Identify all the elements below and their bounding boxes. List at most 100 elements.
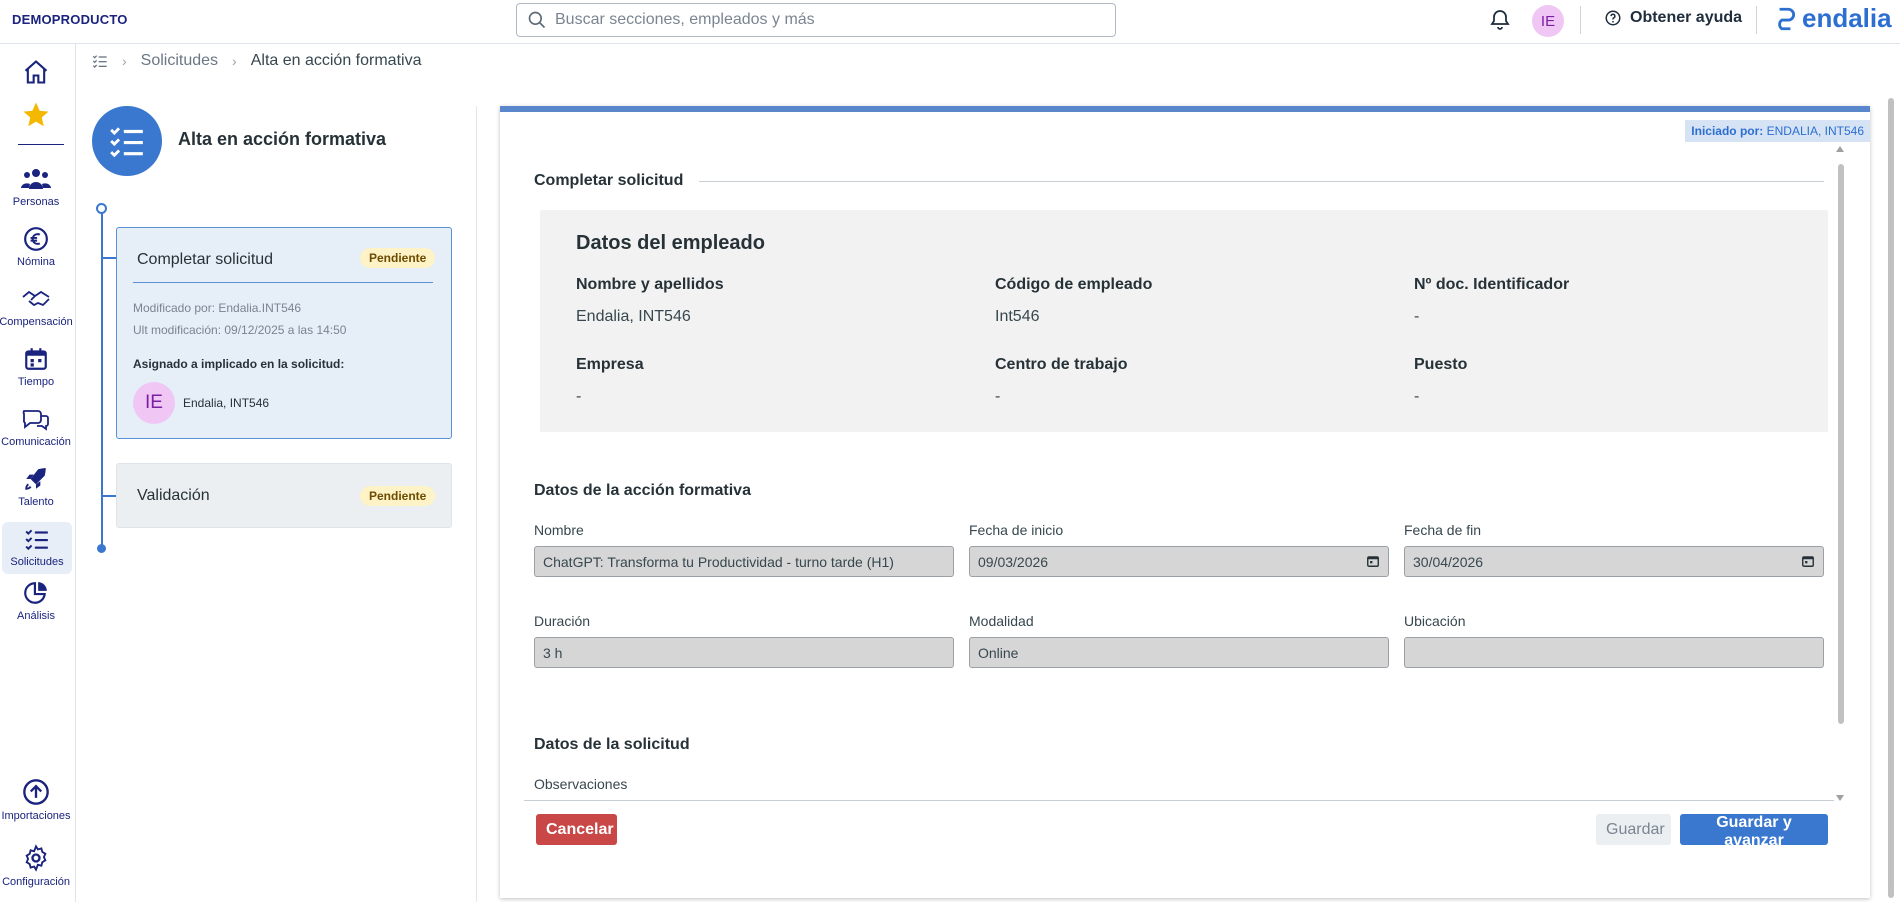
step-card-validacion[interactable]: Validación Pendiente bbox=[116, 463, 452, 528]
timeline-line bbox=[101, 208, 103, 548]
step-title: Validación bbox=[137, 487, 210, 504]
checklist-icon[interactable] bbox=[92, 53, 108, 69]
logo-icon bbox=[1778, 7, 1795, 30]
observations-label: Observaciones bbox=[534, 776, 628, 792]
sidebar-divider bbox=[18, 144, 64, 145]
sidebar-label: Configuración bbox=[2, 876, 70, 888]
field-label: Centro de trabajo bbox=[995, 356, 1128, 373]
field-label: Duración bbox=[534, 613, 591, 629]
upload-icon bbox=[23, 779, 49, 805]
chevron-right-icon: › bbox=[232, 53, 237, 69]
field-label: Código de empleado bbox=[995, 276, 1153, 293]
sidebar-item-home[interactable] bbox=[0, 58, 72, 86]
training-name-input[interactable]: ChatGPT: Transforma tu Productividad - t… bbox=[534, 546, 954, 577]
rocket-icon bbox=[25, 468, 46, 490]
sidebar-item-solicitudes[interactable]: Solicitudes bbox=[2, 522, 72, 574]
section-title: Completar solicitud bbox=[534, 172, 684, 189]
scroll-down-arrow[interactable] bbox=[1836, 795, 1844, 801]
sidebar-label: Importaciones bbox=[1, 810, 71, 822]
sidebar-label: Tiempo bbox=[17, 376, 55, 388]
step-title: Completar solicitud bbox=[137, 251, 274, 268]
sidebar-label: Personas bbox=[12, 196, 60, 208]
sidebar-item-nomina[interactable]: Nómina bbox=[0, 226, 72, 268]
duration-field: Duración 3 h bbox=[534, 613, 954, 668]
sidebar-item-comunicacion[interactable]: Comunicación bbox=[0, 406, 72, 448]
sidebar-item-configuracion[interactable]: Configuración bbox=[0, 844, 72, 888]
sidebar-label: Compensación bbox=[0, 316, 73, 328]
modality-input[interactable]: Online bbox=[969, 637, 1389, 668]
employee-field: Centro de trabajo - bbox=[995, 356, 1127, 406]
training-name-field: Nombre ChatGPT: Transforma tu Productivi… bbox=[534, 522, 954, 577]
divider bbox=[1756, 6, 1757, 34]
start-date-input[interactable]: 09/03/2026 bbox=[969, 546, 1389, 577]
field-label: Fecha de fin bbox=[1404, 522, 1482, 538]
help-icon bbox=[1605, 10, 1621, 26]
sidebar-label: Análisis bbox=[17, 610, 55, 622]
home-icon bbox=[24, 60, 48, 84]
save-button[interactable]: Guardar bbox=[1596, 814, 1671, 845]
search-input[interactable] bbox=[555, 11, 1095, 29]
step-card-completar[interactable]: Completar solicitud Pendiente Modificado… bbox=[116, 227, 452, 439]
endalia-logo[interactable]: endalia bbox=[1772, 3, 1892, 34]
euro-icon bbox=[24, 227, 48, 251]
scrollbar-thumb[interactable] bbox=[1888, 98, 1894, 898]
field-label: Empresa bbox=[576, 356, 644, 373]
sidebar-label: Comunicación bbox=[1, 436, 71, 448]
sidebar-label: Nómina bbox=[17, 256, 55, 268]
timeline-connector bbox=[103, 495, 116, 497]
user-avatar[interactable]: IE bbox=[1532, 5, 1564, 37]
location-input[interactable] bbox=[1404, 637, 1824, 668]
save-and-advance-button[interactable]: Guardar y avanzar bbox=[1680, 814, 1828, 849]
page-scrollbar[interactable] bbox=[1888, 84, 1894, 902]
sidebar-item-compensacion[interactable]: Compensación bbox=[0, 286, 73, 328]
calendar-icon[interactable] bbox=[1801, 554, 1815, 568]
form-scrollbar[interactable] bbox=[1838, 148, 1844, 724]
status-badge: Pendiente bbox=[360, 486, 436, 506]
field-value: - bbox=[576, 388, 582, 405]
pie-chart-icon bbox=[24, 582, 47, 604]
breadcrumb: › Solicitudes › Alta en acción formativa bbox=[92, 52, 421, 70]
field-value: - bbox=[1414, 308, 1420, 325]
company-name[interactable]: DEMOPRODUCTO bbox=[12, 12, 128, 27]
step-last-modified: Ult modificación: 09/12/2025 a las 14:50 bbox=[133, 323, 347, 337]
duration-input[interactable]: 3 h bbox=[534, 637, 954, 668]
search-box[interactable] bbox=[516, 3, 1116, 37]
field-value: - bbox=[1414, 388, 1420, 405]
sidebar-item-importaciones[interactable]: Importaciones bbox=[0, 778, 72, 822]
bell-icon[interactable] bbox=[1488, 8, 1512, 32]
step-divider bbox=[133, 282, 433, 283]
request-form-card: Iniciado por: ENDALIA, INT546 Completar … bbox=[500, 106, 1870, 898]
calendar-icon[interactable] bbox=[1366, 554, 1380, 568]
employee-field: Código de empleado Int546 bbox=[995, 276, 1152, 326]
panel-divider bbox=[476, 106, 477, 902]
sidebar: Personas Nómina Compensación Tiempo Comu… bbox=[0, 44, 76, 902]
initiated-label: Iniciado por: bbox=[1691, 124, 1764, 138]
sidebar-item-analisis[interactable]: Análisis bbox=[0, 580, 72, 622]
assignee-name: Endalia, INT546 bbox=[183, 396, 270, 410]
scrollbar-thumb[interactable] bbox=[1838, 164, 1844, 724]
employee-field: Nombre y apellidos Endalia, INT546 bbox=[576, 276, 724, 326]
star-icon bbox=[23, 102, 49, 127]
timeline-connector bbox=[103, 257, 116, 259]
status-badge: Pendiente bbox=[360, 248, 436, 268]
logo-text: endalia bbox=[1802, 3, 1892, 33]
sidebar-item-tiempo[interactable]: Tiempo bbox=[0, 346, 72, 388]
field-label: Nombre bbox=[534, 522, 584, 538]
cancel-button[interactable]: Cancelar bbox=[536, 814, 617, 845]
top-bar: DEMOPRODUCTO IE Obtener ayuda endalia bbox=[0, 0, 1900, 44]
help-button[interactable]: Obtener ayuda bbox=[1604, 9, 1742, 27]
chevron-right-icon: › bbox=[122, 53, 127, 69]
sidebar-item-favorites[interactable] bbox=[0, 100, 72, 130]
initiated-value: ENDALIA, INT546 bbox=[1766, 124, 1864, 138]
sidebar-item-talento[interactable]: Talento bbox=[0, 466, 72, 508]
employee-field: Nº doc. Identificador - bbox=[1414, 276, 1569, 326]
end-date-value: 30/04/2026 bbox=[1413, 554, 1484, 570]
timeline-end-dot bbox=[97, 544, 106, 553]
modality-field: Modalidad Online bbox=[969, 613, 1389, 668]
chat-icon bbox=[22, 410, 49, 431]
divider bbox=[1580, 6, 1581, 34]
end-date-input[interactable]: 30/04/2026 bbox=[1404, 546, 1824, 577]
breadcrumb-parent[interactable]: Solicitudes bbox=[141, 52, 218, 70]
request-heading: Datos de la solicitud bbox=[534, 736, 690, 753]
sidebar-item-personas[interactable]: Personas bbox=[0, 166, 72, 208]
